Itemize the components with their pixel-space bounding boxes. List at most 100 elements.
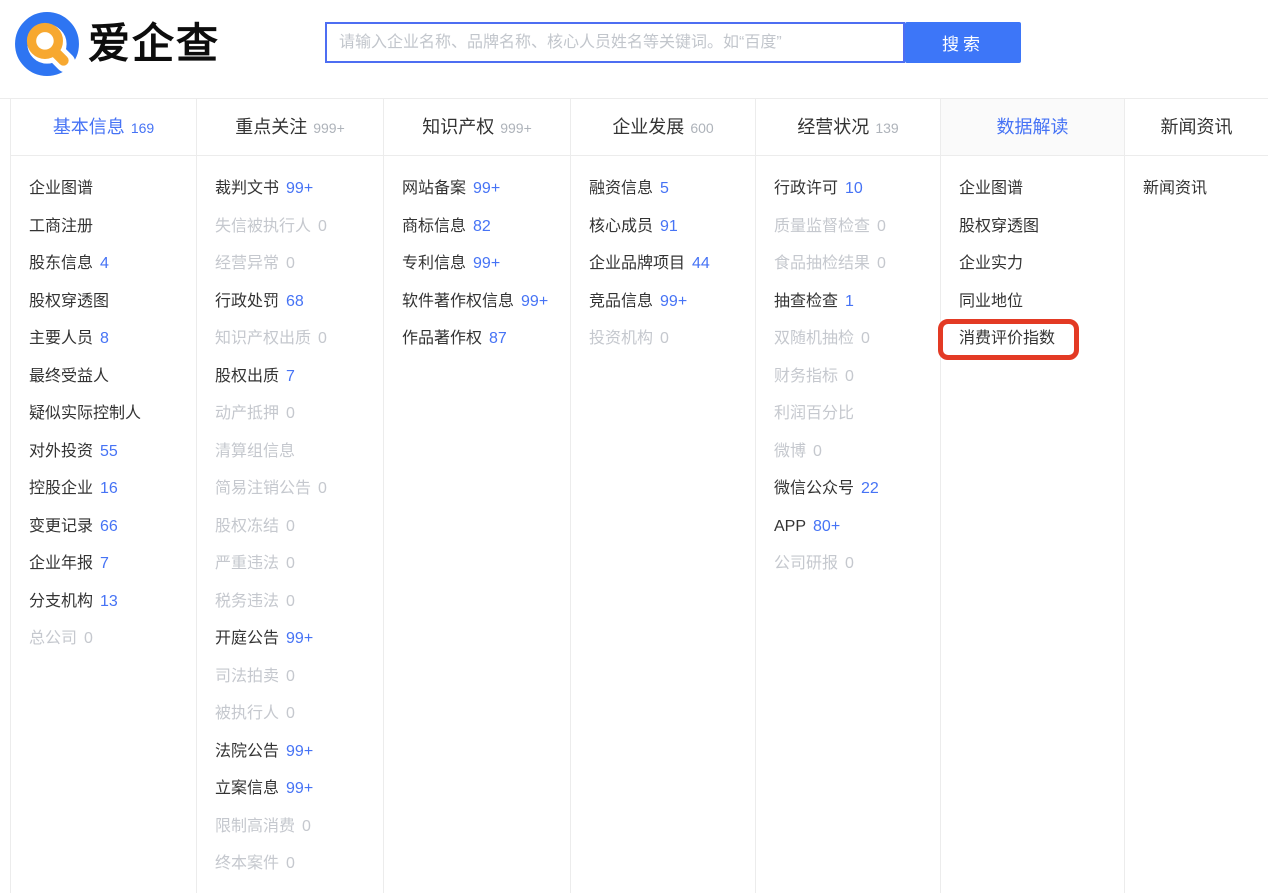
menu-item[interactable]: 微信公众号22: [756, 470, 940, 508]
menu-item[interactable]: 作品著作权87: [384, 320, 570, 358]
menu-item[interactable]: 立案信息99+: [197, 770, 383, 808]
menu-item[interactable]: 股东信息4: [11, 245, 196, 283]
menu-tab-label: 新闻资讯: [1161, 117, 1233, 137]
menu-item[interactable]: 专利信息 99+: [384, 245, 570, 283]
menu-item-label: 企业图谱: [29, 180, 93, 197]
menu-item[interactable]: 法院公告99+: [197, 733, 383, 771]
menu-item[interactable]: 企业年报7: [11, 545, 196, 583]
menu-item-label: 总公司: [29, 630, 77, 647]
menu-item-list: 行政许可10质量监督检查0食品抽检结果0抽查检查1双随机抽检0财务指标0利润百分…: [756, 156, 940, 583]
menu-item[interactable]: 分支机构13: [11, 583, 196, 621]
menu-item-list: 融资信息5核心成员91企业品牌项目44竞品信息99+投资机构0: [571, 156, 755, 358]
menu-item-label: 开庭公告: [215, 630, 279, 647]
menu-item-label: 企业年报: [29, 555, 93, 572]
menu-item[interactable]: 核心成员91: [571, 208, 755, 246]
menu-item: 税务违法0: [197, 583, 383, 621]
menu-tab[interactable]: 重点关注999+: [197, 99, 383, 156]
menu-item[interactable]: 企业图谱: [941, 170, 1124, 208]
menu-column: 数据解读企业图谱股权穿透图企业实力同业地位消费评价指数: [940, 99, 1124, 893]
menu-item-label: 网站备案: [402, 180, 466, 197]
menu-item-label: 企业品牌项目: [589, 255, 685, 272]
menu-tab[interactable]: 企业发展 600: [571, 99, 755, 156]
menu-item-count: 0: [286, 593, 295, 610]
menu-item[interactable]: 最终受益人: [11, 358, 196, 396]
menu-item-count: 1: [845, 293, 854, 310]
menu-item-count: 0: [845, 555, 854, 572]
menu-tab[interactable]: 经营状况139: [756, 99, 940, 156]
menu-tab[interactable]: 数据解读: [941, 99, 1124, 156]
menu-item[interactable]: 商标信息82: [384, 208, 570, 246]
menu-item-label: 食品抽检结果: [774, 255, 870, 272]
menu-item-list: 网站备案99+商标信息82专利信息99+软件著作权信息99+作品著作权87: [384, 156, 570, 358]
menu-item-count: 99+: [521, 293, 548, 310]
menu-item[interactable]: 对外投资55: [11, 433, 196, 471]
menu-item[interactable]: 主要人员8: [11, 320, 196, 358]
brand-name: 爱企查: [88, 23, 220, 65]
menu-item: 动产抵押0: [197, 395, 383, 433]
menu-item-label: 法院公告: [215, 743, 279, 760]
menu-item[interactable]: 裁判文书99+: [197, 170, 383, 208]
search-input[interactable]: [325, 22, 905, 63]
menu-item[interactable]: 工商注册: [11, 208, 196, 246]
menu-item-count: 99+: [473, 180, 500, 197]
menu-item[interactable]: 股权出质7: [197, 358, 383, 396]
menu-item[interactable]: 企业图谱: [11, 170, 196, 208]
menu-item[interactable]: 新闻资讯: [1125, 170, 1268, 208]
menu-item-count: 0: [286, 518, 295, 535]
menu-item-label: 融资信息: [589, 180, 653, 197]
menu-item-count: 22: [861, 480, 879, 497]
menu-item[interactable]: 网站备案 99+: [384, 170, 570, 208]
menu-item[interactable]: 企业实力: [941, 245, 1124, 283]
menu-item[interactable]: 同业地位: [941, 283, 1124, 321]
menu-item[interactable]: 行政许可10: [756, 170, 940, 208]
menu-item: 公司研报0: [756, 545, 940, 583]
menu-tab[interactable]: 新闻资讯: [1125, 99, 1268, 156]
menu-column: 重点关注999+裁判文书99+失信被执行人0经营异常0行政处罚68知识产权出质0…: [196, 99, 383, 893]
menu-item-label: 限制高消费: [215, 818, 295, 835]
menu-item-label: 企业实力: [959, 255, 1023, 272]
menu-item-label: 变更记录: [29, 518, 93, 535]
menu-item: 司法拍卖0: [197, 658, 383, 696]
menu-item[interactable]: 疑似实际控制人: [11, 395, 196, 433]
menu-item-label: 专利信息: [402, 255, 466, 272]
search-button[interactable]: 搜索: [905, 22, 1021, 63]
menu-item: 双随机抽检0: [756, 320, 940, 358]
menu-item-count: 0: [286, 855, 295, 872]
menu-item[interactable]: 软件著作权信息99+: [384, 283, 570, 321]
menu-item[interactable]: 竞品信息99+: [571, 283, 755, 321]
menu-item-count: 0: [286, 255, 295, 272]
menu-tab-label: 企业发展: [612, 117, 684, 137]
menu-item: 严重违法0: [197, 545, 383, 583]
menu-column: 企业发展600融资信息5核心成员91企业品牌项目44竞品信息99+投资机构0: [570, 99, 755, 893]
menu-item-count: 0: [318, 218, 327, 235]
menu-tab[interactable]: 基本信息169: [11, 99, 196, 156]
menu-item[interactable]: 控股企业16: [11, 470, 196, 508]
menu-item[interactable]: 行政处罚68: [197, 283, 383, 321]
menu-tab-count: 600: [690, 120, 713, 136]
menu-item: 经营异常0: [197, 245, 383, 283]
menu-item[interactable]: APP80+: [756, 508, 940, 546]
menu-item: 股权冻结0: [197, 508, 383, 546]
menu-item: 食品抽检结果0: [756, 245, 940, 283]
menu-item-count: 82: [473, 218, 491, 235]
menu-item[interactable]: 开庭公告 99+: [197, 620, 383, 658]
menu-item[interactable]: 抽查检查1: [756, 283, 940, 321]
menu-item-count: 4: [100, 255, 109, 272]
menu-item-label: 工商注册: [29, 218, 93, 235]
menu-item-label: 司法拍卖: [215, 668, 279, 685]
menu-item[interactable]: 变更记录66: [11, 508, 196, 546]
aiqicha-logo[interactable]: 爱企查: [14, 11, 220, 77]
menu-item[interactable]: 融资信息5: [571, 170, 755, 208]
menu-item[interactable]: 企业品牌项目44: [571, 245, 755, 283]
menu-tab[interactable]: 知识产权999+: [384, 99, 570, 156]
menu-item: 清算组信息: [197, 433, 383, 471]
menu-item-count: 99+: [473, 255, 500, 272]
menu-item-list: 企业图谱股权穿透图企业实力同业地位消费评价指数: [941, 156, 1124, 358]
menu-item[interactable]: 股权穿透图: [941, 208, 1124, 246]
menu-item[interactable]: 股权穿透图: [11, 283, 196, 321]
menu-item[interactable]: 消费评价指数: [941, 320, 1124, 358]
menu-item-label: 知识产权出质: [215, 330, 311, 347]
menu-item-label: 主要人员: [29, 330, 93, 347]
menu-item-label: 简易注销公告: [215, 480, 311, 497]
menu-item-count: 99+: [286, 630, 313, 647]
